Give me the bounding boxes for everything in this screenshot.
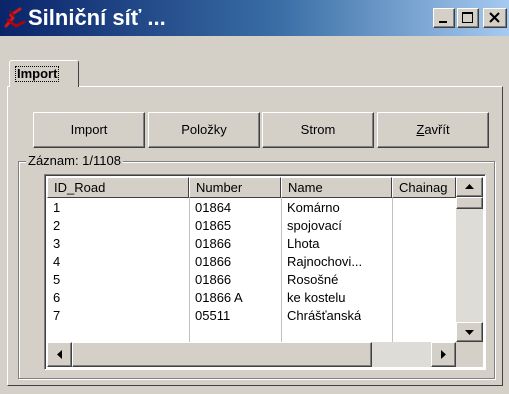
vertical-scrollbar[interactable] bbox=[456, 177, 483, 342]
horizontal-scrollbar[interactable] bbox=[47, 342, 456, 367]
tab-import-label: Import bbox=[15, 66, 60, 82]
tab-import[interactable]: Import bbox=[9, 60, 79, 87]
table-row[interactable]: 2 01865 spojovací bbox=[47, 217, 465, 235]
records-listview[interactable]: ID_Road Number Name Chainag 1 01864 Komá… bbox=[44, 174, 486, 370]
cell-name: Lhota bbox=[287, 236, 320, 251]
right-arrow-icon bbox=[441, 350, 446, 359]
cell-name: ke kostelu bbox=[287, 290, 346, 305]
record-counter: Záznam: 1/1108 bbox=[26, 153, 123, 169]
table-row[interactable]: 7 05511 Chrášťanská bbox=[47, 307, 465, 325]
cell-number: 01865 bbox=[195, 218, 232, 233]
horizontal-scroll-thumb[interactable] bbox=[72, 342, 372, 367]
table-row[interactable]: 6 01866 A ke kostelu bbox=[47, 289, 465, 307]
cell-name: spojovací bbox=[287, 218, 342, 233]
table-row[interactable]: 1 01864 Komárno bbox=[47, 199, 465, 217]
scroll-right-button[interactable] bbox=[431, 342, 456, 367]
cell-number: 01866 bbox=[195, 254, 232, 269]
cell-id-road: 4 bbox=[53, 254, 61, 269]
scroll-left-button[interactable] bbox=[47, 342, 72, 367]
column-header-chainage[interactable]: Chainag bbox=[392, 177, 456, 198]
column-header-name[interactable]: Name bbox=[281, 177, 392, 198]
cell-number: 01866 bbox=[195, 272, 232, 287]
maximize-button[interactable] bbox=[457, 8, 479, 28]
cell-name: Rajnochovi... bbox=[287, 254, 363, 269]
cell-id-road: 3 bbox=[53, 236, 61, 251]
cell-name: Chrášťanská bbox=[287, 308, 362, 323]
close-button-label: avřít bbox=[424, 122, 450, 137]
vertical-scroll-thumb[interactable] bbox=[456, 197, 483, 209]
column-header-id-road[interactable]: ID_Road bbox=[47, 177, 189, 198]
close-button[interactable] bbox=[483, 8, 507, 28]
minimize-button[interactable] bbox=[433, 8, 455, 28]
cell-name: Komárno bbox=[287, 200, 340, 215]
cell-number: 01866 A bbox=[195, 290, 243, 305]
column-header-number[interactable]: Number bbox=[189, 177, 281, 198]
import-button[interactable]: Import bbox=[33, 112, 145, 148]
scroll-down-button[interactable] bbox=[456, 322, 483, 342]
left-arrow-icon bbox=[57, 350, 62, 359]
up-arrow-icon bbox=[465, 184, 474, 189]
maximize-icon bbox=[462, 12, 473, 23]
table-row[interactable]: 4 01866 Rajnochovi... bbox=[47, 253, 465, 271]
scrollbar-corner bbox=[456, 342, 483, 367]
table-row[interactable]: 3 01866 Lhota bbox=[47, 235, 465, 253]
main-window: Silniční síť ... Import Import Položky S… bbox=[0, 0, 509, 394]
cell-id-road: 2 bbox=[53, 218, 61, 233]
tree-button[interactable]: Strom bbox=[262, 112, 374, 148]
cell-id-road: 5 bbox=[53, 272, 61, 287]
cell-number: 05511 bbox=[195, 308, 231, 323]
down-arrow-icon bbox=[465, 330, 474, 335]
cell-id-road: 1 bbox=[53, 200, 61, 215]
table-row[interactable]: 5 01866 Rosošné bbox=[47, 271, 465, 289]
close-dialog-button[interactable]: Zavřít bbox=[377, 112, 489, 148]
cell-name: Rosošné bbox=[287, 272, 339, 287]
items-button[interactable]: Položky bbox=[148, 112, 260, 148]
title-bar[interactable]: Silniční síť ... bbox=[0, 0, 509, 36]
cell-number: 01864 bbox=[195, 200, 232, 215]
red-road-icon[interactable] bbox=[4, 7, 26, 29]
cell-number: 01866 bbox=[195, 236, 232, 251]
close-icon bbox=[489, 12, 500, 23]
cell-id-road: 6 bbox=[53, 290, 61, 305]
minimize-icon bbox=[439, 21, 447, 23]
scroll-up-button[interactable] bbox=[456, 177, 483, 197]
window-title: Silniční síť ... bbox=[28, 5, 166, 30]
cell-id-road: 7 bbox=[53, 308, 61, 323]
